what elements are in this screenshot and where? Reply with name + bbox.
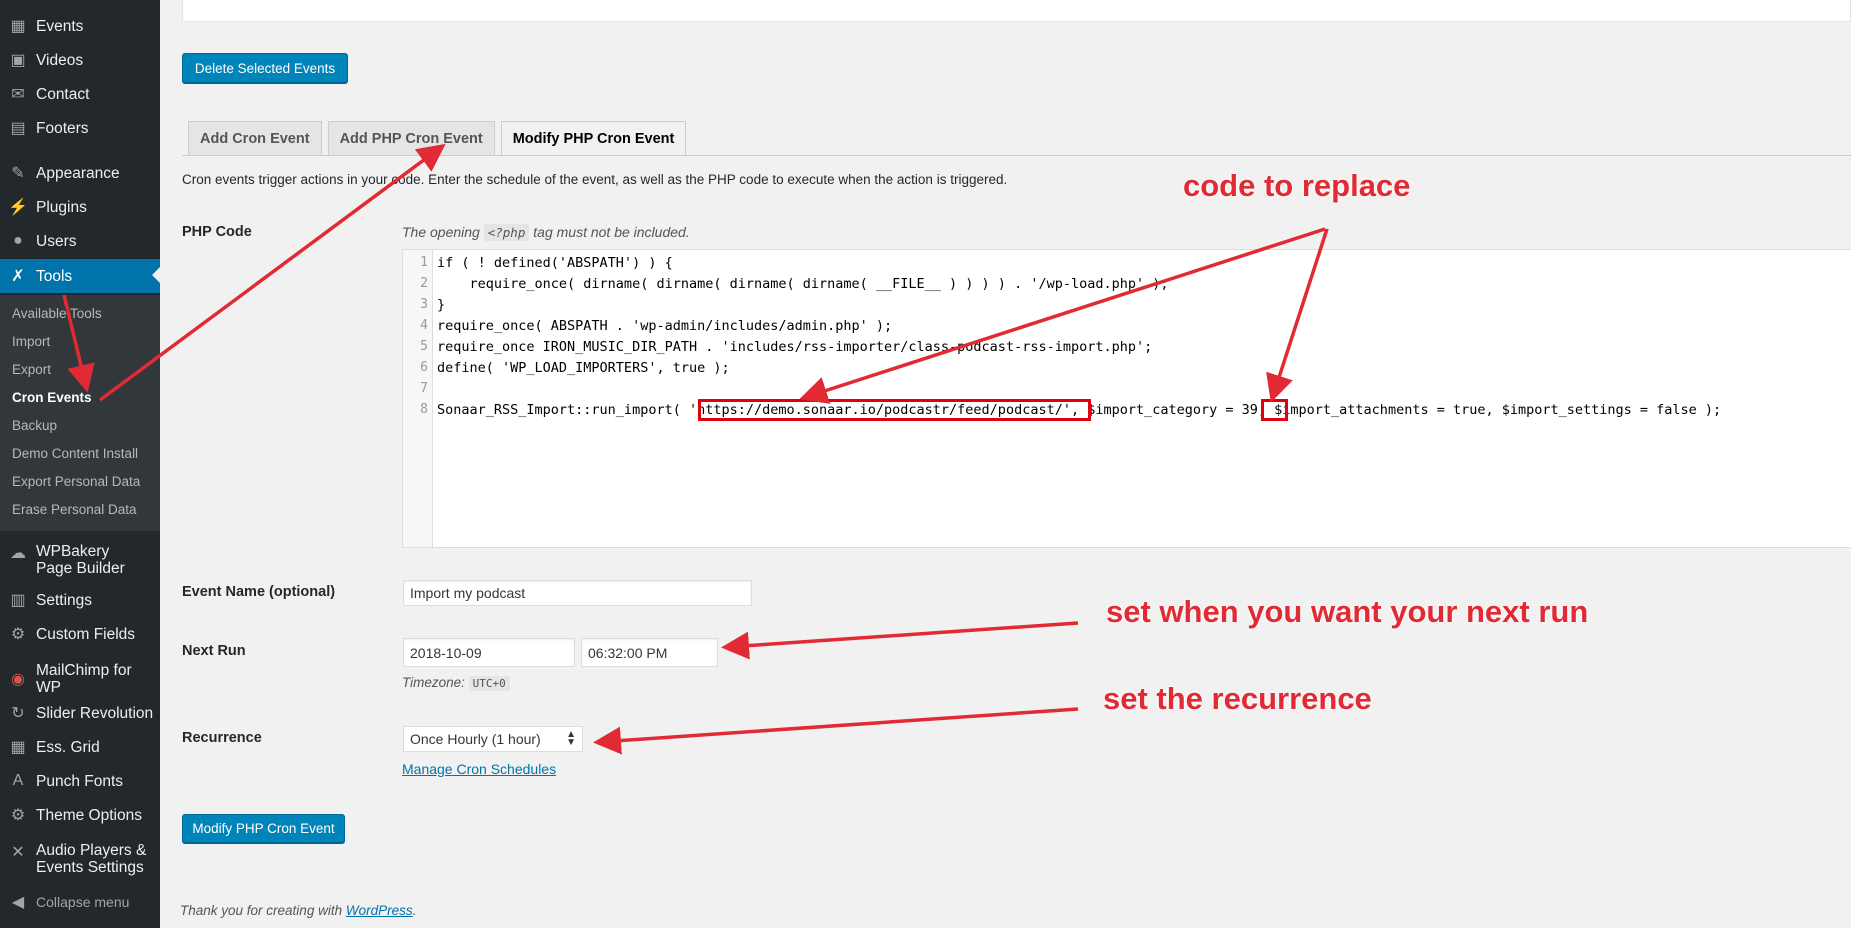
next-run-label: Next Run [182,643,246,659]
cron-description: Cron events trigger actions in your code… [182,172,1008,187]
select-arrows-icon: ▲ ▼ [566,729,576,748]
annotation-code-to-replace: code to replace [1183,168,1411,203]
footer-text: Thank you for creating with WordPress. [180,903,417,918]
sidebar-item-theme-options[interactable]: ⚙ Theme Options [0,799,160,831]
sidebar-item-mailchimp[interactable]: ◉ MailChimp for WP [0,662,160,696]
arrow-to-next-run [721,621,1079,660]
submenu-item-cron-events[interactable]: Cron Events [12,390,92,405]
next-run-time-input[interactable] [581,638,718,667]
tools-submenu: Available Tools Import Export Cron Event… [0,295,160,531]
paintbrush-icon: ✎ [11,165,25,182]
tabs-divider [182,155,1851,156]
modify-php-cron-event-button[interactable]: Modify PHP Cron Event [182,814,345,843]
tools-icon: ✕ [11,844,25,861]
wrench-icon: ✗ [11,268,25,285]
refresh-icon: ↻ [11,705,25,722]
sidebar-item-videos[interactable]: ▣ Videos [0,44,160,76]
line-number-gutter: 1 2 3 4 5 6 7 8 [403,250,433,547]
arrow-to-recurrence [593,707,1079,755]
sidebar-item-wpbakery[interactable]: ☁ WPBakery Page Builder [0,538,160,582]
php-code-editor[interactable]: 1 2 3 4 5 6 7 8 if ( ! defined('ABSPATH'… [402,249,1851,548]
cloud-icon: ☁ [10,545,26,562]
events-table-bottom [182,0,1851,22]
timezone-value: UTC+0 [468,676,510,691]
sidebar-item-punch-fonts[interactable]: A Punch Fonts [0,765,160,797]
sidebar-item-custom-fields[interactable]: ⚙ Custom Fields [0,618,160,650]
code-line: } [437,297,446,313]
sidebar-item-users[interactable]: ● Users [0,225,160,257]
line-number: 6 [420,360,428,375]
code-line: require_once( ABSPATH . 'wp-admin/includ… [437,318,893,334]
event-name-label: Event Name (optional) [182,584,336,600]
line-number: 5 [420,339,428,354]
code-line: require_once( dirname( dirname( dirname(… [437,276,1169,292]
submenu-item-erase-personal-data[interactable]: Erase Personal Data [12,502,137,517]
code-line: if ( ! defined('ABSPATH') ) { [437,255,673,271]
sidebar-item-contact[interactable]: ✉ Contact [0,78,160,110]
user-icon: ● [13,232,23,249]
sidebar-item-appearance[interactable]: ✎ Appearance [0,157,160,189]
mail-icon: ✉ [11,86,25,103]
submenu-item-import[interactable]: Import [12,334,50,349]
php-code-label: PHP Code [182,224,252,240]
delete-selected-events-button[interactable]: Delete Selected Events [182,53,348,83]
line-number: 3 [420,297,428,312]
sidebar-item-tools[interactable]: ✗ Tools [0,259,160,293]
annotation-set-next-run: set when you want your next run [1106,594,1589,629]
annotation-set-recurrence: set the recurrence [1103,681,1372,716]
submenu-item-available-tools[interactable]: Available Tools [12,306,102,321]
submenu-item-demo-content[interactable]: Demo Content Install [12,446,138,461]
submenu-item-backup[interactable]: Backup [12,418,57,433]
sidebar-item-settings[interactable]: ▥ Settings [0,584,160,616]
collapse-menu-button[interactable]: ◀ Collapse menu [0,886,160,918]
font-icon: A [12,772,24,789]
gear-icon: ⚙ [10,807,26,824]
sidebar-item-plugins[interactable]: ⚡ Plugins [0,191,160,223]
line-number: 7 [420,381,428,396]
recurrence-select[interactable]: Once Hourly (1 hour) ▲ ▼ [403,726,583,752]
line-number: 1 [420,255,428,270]
plug-icon: ⚡ [8,199,28,216]
url-highlight-box [698,399,1091,421]
layout-icon: ▤ [10,120,26,137]
cron-tabs: Add Cron Event Add PHP Cron Event Modify… [188,121,692,156]
submenu-item-export-personal-data[interactable]: Export Personal Data [12,474,140,489]
mailchimp-icon: ◉ [11,671,25,688]
tab-modify-php-cron-event[interactable]: Modify PHP Cron Event [500,121,687,156]
video-icon: ▣ [10,52,26,69]
code-line: define( 'WP_LOAD_IMPORTERS', true ); [437,360,730,376]
timezone-info: Timezone: UTC+0 [402,675,510,691]
gear-icon: ⚙ [10,626,26,643]
grid-icon: ▦ [10,739,26,756]
sidebar-item-audio-players[interactable]: ✕ Audio Players & Events Settings [0,837,160,881]
sidebar-item-slider-revolution[interactable]: ↻ Slider Revolution [0,697,160,729]
sidebar-item-ess-grid[interactable]: ▦ Ess. Grid [0,731,160,763]
collapse-icon: ◀ [11,894,25,911]
settings-icon: ▥ [10,592,26,609]
next-run-date-input[interactable] [403,638,575,667]
line-number: 2 [420,276,428,291]
php-open-tag: <?php [483,224,530,241]
manage-cron-schedules-link[interactable]: Manage Cron Schedules [402,761,556,777]
sidebar-item-footers[interactable]: ▤ Footers [0,112,160,144]
wordpress-link[interactable]: WordPress [346,903,413,918]
recurrence-label: Recurrence [182,730,262,746]
php-code-hint: The opening <?php tag must not be includ… [402,224,690,241]
calendar-icon: ▦ [10,18,26,35]
tab-add-cron-event[interactable]: Add Cron Event [188,121,322,155]
admin-sidebar: ▦ Events ▣ Videos ✉ Contact ▤ Footers ✎ Appea… [0,0,160,928]
sidebar-item-events[interactable]: ▦ Events [0,10,160,42]
category-highlight-box [1261,399,1288,421]
submenu-item-export[interactable]: Export [12,362,51,377]
tab-add-php-cron-event[interactable]: Add PHP Cron Event [327,121,495,155]
event-name-input[interactable] [403,580,752,606]
code-line: require_once IRON_MUSIC_DIR_PATH . 'incl… [437,339,1153,355]
line-number: 4 [420,318,428,333]
line-number: 8 [420,402,428,417]
